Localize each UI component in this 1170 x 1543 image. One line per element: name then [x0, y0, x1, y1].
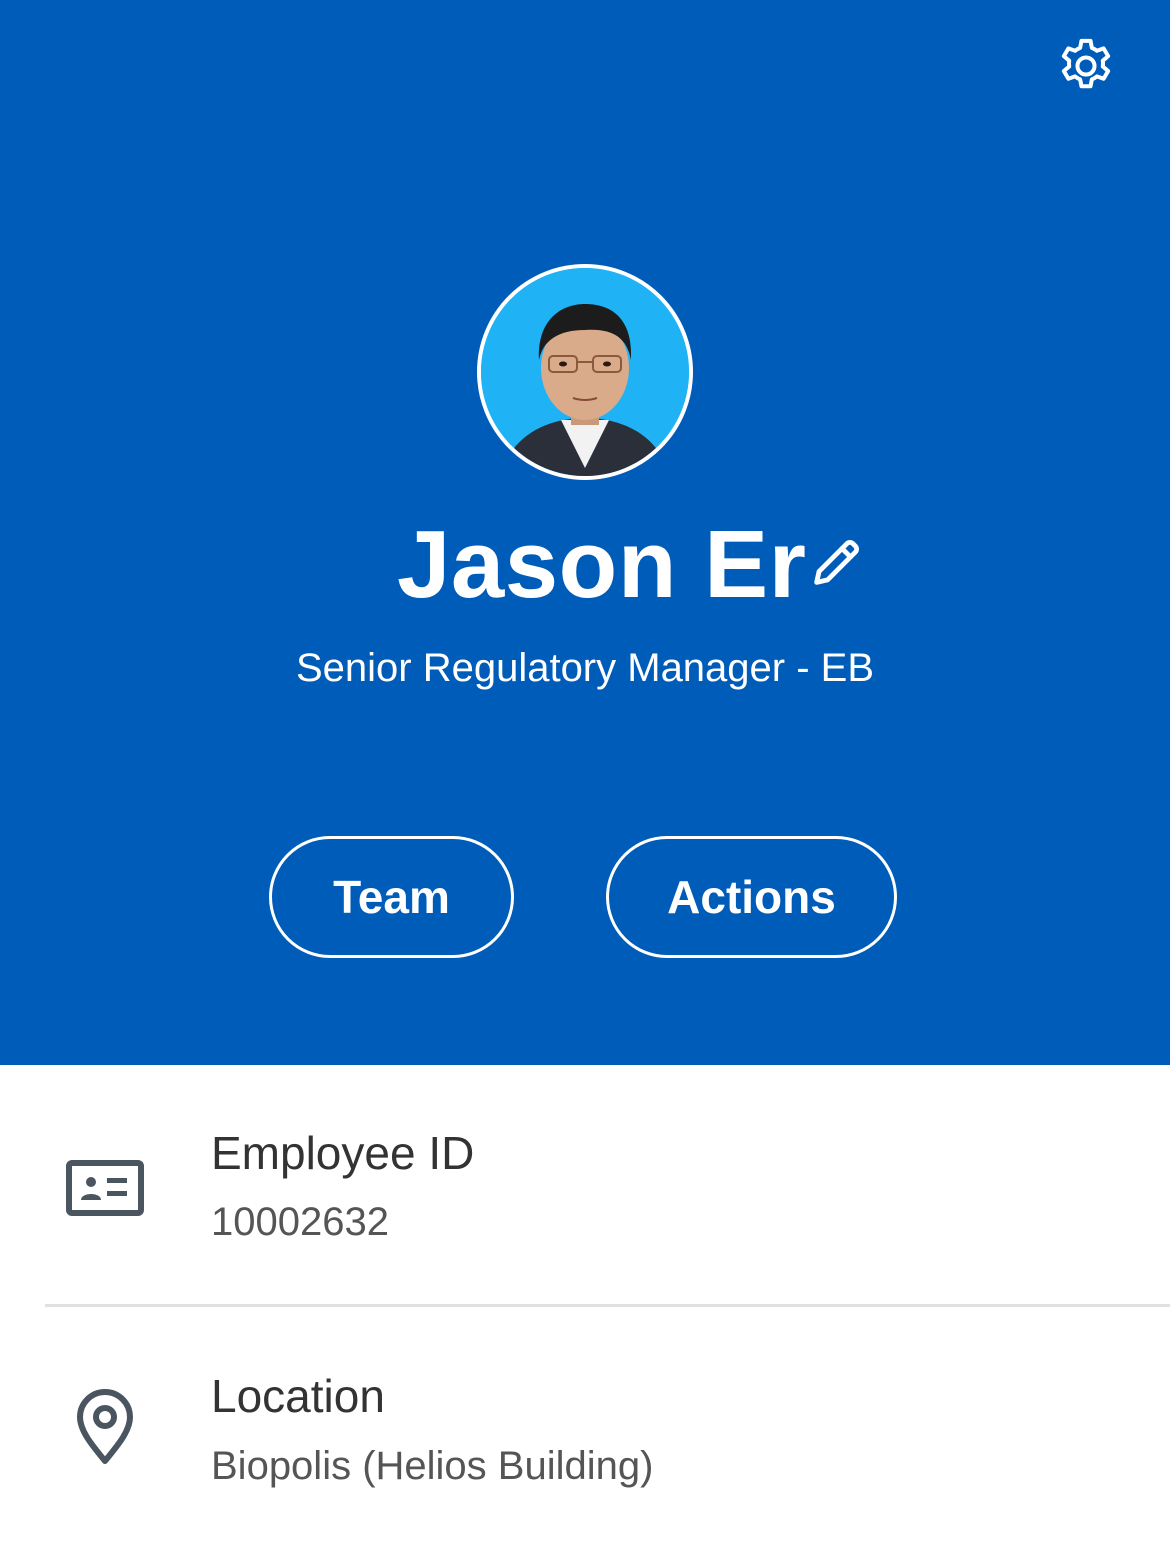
settings-button[interactable]	[1050, 30, 1122, 102]
location-label: Location	[211, 1370, 385, 1422]
job-title: Senior Regulatory Manager - EB	[295, 646, 875, 690]
location-pin-icon	[60, 1382, 150, 1472]
edit-name-button[interactable]	[800, 527, 872, 599]
employee-id-row: Employee ID 10002632	[0, 1065, 1170, 1305]
team-button[interactable]: Team	[269, 836, 514, 958]
avatar[interactable]	[477, 264, 693, 480]
id-card-icon	[60, 1143, 150, 1233]
location-value: Biopolis (Helios Building)	[211, 1444, 654, 1488]
pencil-icon	[814, 540, 859, 585]
avatar-photo	[481, 268, 689, 476]
profile-name: Jason Er	[397, 511, 807, 618]
gear-icon	[1061, 38, 1111, 89]
employee-id-label: Employee ID	[211, 1127, 475, 1179]
employee-id-value: 10002632	[211, 1200, 389, 1244]
divider	[45, 1304, 1170, 1307]
profile-name-row: Jason Er	[0, 505, 1170, 625]
location-row: Location Biopolis (Helios Building)	[0, 1308, 1170, 1543]
profile-header: Jason Er Senior Regulatory Manager - EB …	[0, 0, 1170, 1065]
actions-button[interactable]: Actions	[606, 836, 897, 958]
